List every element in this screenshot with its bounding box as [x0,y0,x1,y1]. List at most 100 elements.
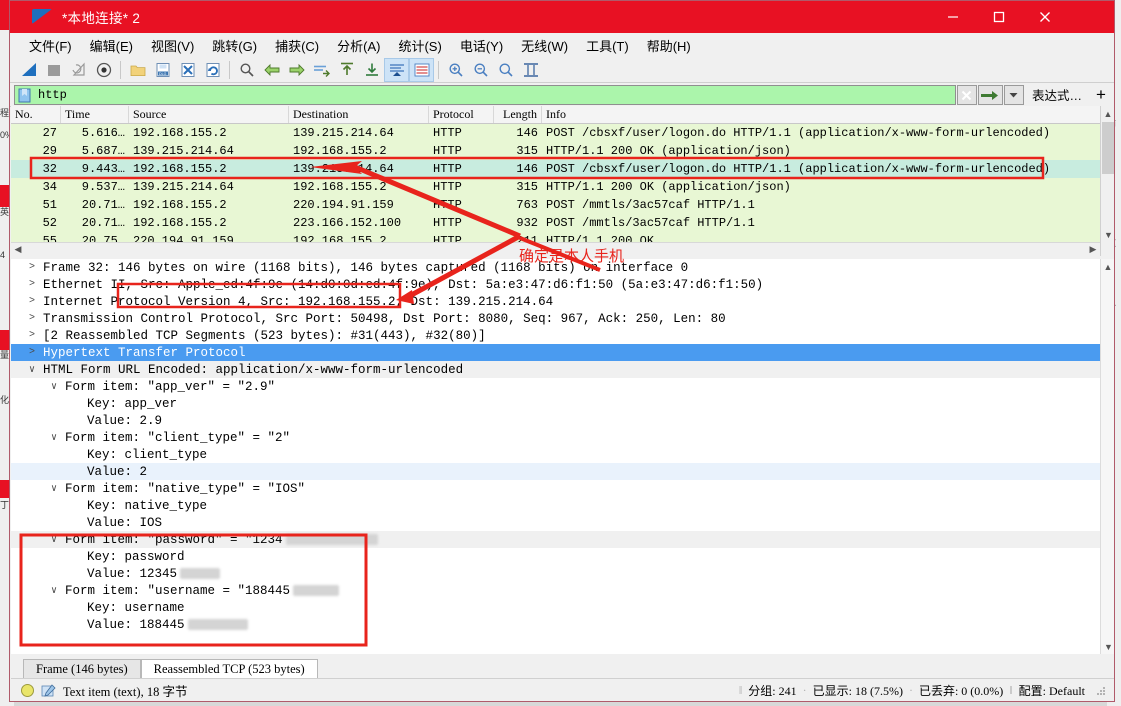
column-header-protocol[interactable]: Protocol [429,106,494,123]
detail-tree-row[interactable]: ∨ HTML Form URL Encoded: application/x-ww… [11,361,1114,378]
detail-tree-row[interactable]: Key: password [11,548,1114,565]
scroll-down-icon[interactable]: ▼ [1101,639,1114,654]
chevron-down-icon[interactable]: ∨ [47,483,61,495]
detail-tree-row[interactable]: > Transmission Control Protocol, Src Port… [11,310,1114,327]
stop-capture-icon[interactable] [41,58,66,82]
column-header-source[interactable]: Source [129,106,289,123]
menu-item-help[interactable]: 帮助(H) [638,34,700,57]
zoom-reset-icon[interactable] [493,58,518,82]
detail-tree-row[interactable]: > Internet Protocol Version 4, Src: 192.1… [11,293,1114,310]
restart-capture-icon[interactable] [66,58,91,82]
close-file-icon[interactable] [175,58,200,82]
detail-tree-row[interactable]: ∨ Form item: "app_ver" = "2.9" [11,378,1114,395]
detail-pane-vertical-scrollbar[interactable]: ▲ ▼ [1100,259,1114,654]
menu-item-tools[interactable]: 工具(T) [577,34,638,57]
packet-list-vertical-scrollbar[interactable]: ▲ ▼ [1100,106,1114,256]
packet-list-pane[interactable]: No. Time Source Destination Protocol Len… [11,106,1114,256]
menu-item-wireless[interactable]: 无线(W) [512,34,577,57]
chevron-down-icon[interactable]: ∨ [25,364,39,376]
chevron-down-icon[interactable]: ∨ [47,534,61,546]
menu-item-go[interactable]: 跳转(G) [203,34,266,57]
column-header-time[interactable]: Time [61,106,129,123]
column-header-length[interactable]: Length [494,106,542,123]
resize-columns-icon[interactable] [518,58,543,82]
column-header-info[interactable]: Info [542,106,1114,123]
chevron-right-icon[interactable]: > [25,313,39,324]
menu-item-telephony[interactable]: 电话(Y) [451,34,512,57]
detail-tree-row[interactable]: > Ethernet II, Src: Apple_ed:4f:9e (14:d0… [11,276,1114,293]
clear-filter-icon[interactable] [956,85,977,105]
menu-item-edit[interactable]: 编辑(E) [81,34,142,57]
tab-frame[interactable]: Frame (146 bytes) [23,659,141,678]
detail-tree-row[interactable]: ∨ Form item: "password" = "1234 [11,531,1114,548]
detail-tree-row[interactable]: Value: 12345 [11,565,1114,582]
table-row[interactable]: 52 20.71… 192.168.155.2 223.166.152.100 … [11,214,1114,232]
table-row[interactable]: 27 5.616… 192.168.155.2 139.215.214.64 H… [11,124,1114,142]
menu-item-view[interactable]: 视图(V) [142,34,203,57]
display-filter-input[interactable]: http [14,85,956,105]
column-header-no[interactable]: No. [11,106,61,123]
find-packet-icon[interactable] [234,58,259,82]
table-row[interactable]: 51 20.71… 192.168.155.2 220.194.91.159 H… [11,196,1114,214]
detail-tree-row[interactable]: Value: 2 [11,463,1114,480]
capture-options-icon[interactable] [91,58,116,82]
menu-item-capture[interactable]: 捕获(C) [266,34,328,57]
chevron-right-icon[interactable]: > [25,279,39,290]
column-header-destination[interactable]: Destination [289,106,429,123]
detail-tree-row[interactable]: > [2 Reassembled TCP Segments (523 bytes)… [11,327,1114,344]
detail-tree-row[interactable]: Value: IOS [11,514,1114,531]
tab-reassembled-tcp[interactable]: Reassembled TCP (523 bytes) [140,659,318,678]
expert-info-bulb-icon[interactable] [21,684,34,697]
save-file-icon[interactable]: DLG [150,58,175,82]
chevron-down-icon[interactable]: ∨ [47,432,61,444]
scroll-up-icon[interactable]: ▲ [1101,259,1114,274]
table-row[interactable]: 29 5.687… 139.215.214.64 192.168.155.2 H… [11,142,1114,160]
close-button[interactable] [1022,1,1068,33]
scroll-right-icon[interactable]: ▶ [1086,243,1100,256]
add-filter-button-button[interactable]: + [1090,85,1112,104]
chevron-right-icon[interactable]: > [25,296,39,307]
table-row-selected[interactable]: 32 9.443… 192.168.155.2 139.215.214.64 H… [11,160,1114,178]
filter-text-value[interactable]: http [35,88,955,102]
filter-expression-button[interactable]: 表达式… [1024,85,1090,104]
resize-grip-icon[interactable] [1095,685,1107,697]
scrollbar-thumb[interactable] [1102,122,1114,174]
chevron-right-icon[interactable]: > [25,347,39,358]
detail-tree-row[interactable]: Value: 2.9 [11,412,1114,429]
go-forward-icon[interactable] [284,58,309,82]
maximize-button[interactable] [976,1,1022,33]
chevron-right-icon[interactable]: > [25,330,39,341]
colorize-icon[interactable] [409,57,434,82]
detail-tree-row[interactable]: ∨ Form item: "native_type" = "IOS" [11,480,1114,497]
capture-file-properties-icon[interactable] [41,683,56,698]
reload-icon[interactable] [200,58,225,82]
detail-tree-row[interactable]: > Hypertext Transfer Protocol [11,344,1114,361]
open-file-icon[interactable] [125,58,150,82]
minimize-button[interactable] [930,1,976,33]
detail-tree-row[interactable]: Key: native_type [11,497,1114,514]
go-back-icon[interactable] [259,58,284,82]
menu-item-statistics[interactable]: 统计(S) [389,34,450,57]
apply-filter-arrow-icon[interactable] [977,85,1003,105]
chevron-down-icon[interactable]: ∨ [47,381,61,393]
scroll-left-icon[interactable]: ◀ [11,243,25,256]
scroll-down-icon[interactable]: ▼ [1101,227,1114,242]
status-profile[interactable]: 配置: Default [1019,682,1085,699]
start-capture-icon[interactable] [16,58,41,82]
go-last-packet-icon[interactable] [359,58,384,82]
menu-item-file[interactable]: 文件(F) [20,34,81,57]
detail-tree-row[interactable]: Key: app_ver [11,395,1114,412]
detail-tree-row[interactable]: Value: 188445 [11,616,1114,633]
zoom-in-icon[interactable] [443,58,468,82]
table-row[interactable]: 34 9.537… 139.215.214.64 192.168.155.2 H… [11,178,1114,196]
chevron-down-icon[interactable]: ∨ [47,585,61,597]
detail-tree-row[interactable]: ∨ Form item: "username = "188445 [11,582,1114,599]
zoom-out-icon[interactable] [468,58,493,82]
detail-tree-row[interactable]: ∨ Form item: "client_type" = "2" [11,429,1114,446]
chevron-down-icon[interactable] [1003,85,1024,105]
auto-scroll-icon[interactable] [384,57,409,82]
go-first-packet-icon[interactable] [334,58,359,82]
filter-bookmark-icon[interactable] [16,86,33,104]
menu-item-analyze[interactable]: 分析(A) [328,34,389,57]
packet-detail-pane[interactable]: > Frame 32: 146 bytes on wire (1168 bits)… [11,259,1114,654]
